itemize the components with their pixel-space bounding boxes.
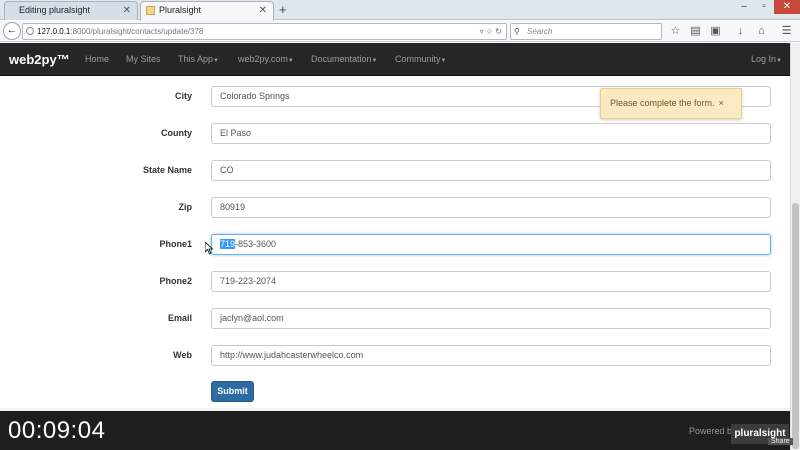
url-host: 127.0.0.1 — [37, 27, 71, 36]
nav-my-sites[interactable]: My Sites — [126, 54, 161, 64]
tab-label: Editing pluralsight — [19, 5, 91, 15]
new-tab-icon[interactable]: + — [279, 1, 287, 18]
close-icon[interactable]: ✕ — [259, 2, 267, 19]
tab-editing-pluralsight[interactable]: Editing pluralsight ✕ — [4, 1, 138, 20]
app-navbar: web2py™ Home My Sites This App▼ web2py.c… — [0, 43, 790, 76]
field-label: Phone2 — [159, 276, 192, 286]
login-label: Log In — [751, 54, 777, 64]
share-button[interactable]: Share — [768, 438, 793, 445]
video-timer: 00:09:04 — [8, 417, 106, 444]
search-input[interactable]: ⚲ Search — [510, 23, 662, 40]
flash-message: Please complete the form. × — [600, 88, 742, 119]
field-label: Phone1 — [159, 239, 192, 249]
field-label: Email — [167, 313, 192, 323]
close-icon[interactable]: × — [719, 98, 724, 108]
state-name-field[interactable]: CO — [211, 160, 771, 181]
minimize-icon[interactable]: – — [734, 0, 754, 14]
form-row-county: County El Paso — [0, 123, 790, 145]
window-close-icon[interactable]: ✕ — [774, 0, 800, 14]
mouse-cursor-icon — [205, 242, 213, 255]
zip-field[interactable]: 80919 — [211, 197, 771, 218]
tab-pluralsight[interactable]: Pluralsight ✕ — [140, 1, 274, 21]
form-row-state-name: State Name CO — [0, 160, 790, 182]
pocket-icon[interactable]: ▣ — [708, 24, 723, 39]
home-icon[interactable]: ⌂ — [754, 24, 769, 39]
nav-this-app[interactable]: This App▼ — [178, 54, 219, 64]
email-field[interactable]: jaclyn@aol.com — [211, 308, 771, 329]
vertical-scrollbar[interactable] — [790, 43, 800, 450]
url-path: :8000/pluralsight/contacts/update/378 — [70, 27, 204, 36]
nav-label: web2py.com — [238, 54, 288, 64]
form-row-zip: Zip 80919 — [0, 197, 790, 219]
caret-down-icon: ▼ — [287, 58, 294, 64]
maximize-icon[interactable]: ▫ — [754, 0, 774, 14]
nav-community[interactable]: Community▼ — [395, 54, 446, 64]
nav-documentation[interactable]: Documentation▼ — [311, 54, 378, 64]
nav-login[interactable]: Log In▼ — [751, 54, 782, 64]
phone1-field[interactable]: 719-853-3600 — [211, 234, 771, 255]
selected-text: 719 — [220, 239, 236, 249]
download-icon[interactable]: ↓ — [733, 24, 748, 39]
field-label: State Name — [142, 165, 192, 175]
web-field[interactable]: http://www.judahcasterwheelco.com — [211, 345, 771, 366]
search-icon: ⚲ — [514, 27, 520, 36]
address-bar[interactable]: 127.0.0.1:8000/pluralsight/contacts/upda… — [22, 23, 507, 40]
phone2-field[interactable]: 719-223-2074 — [211, 271, 771, 292]
caret-down-icon: ▼ — [213, 58, 219, 64]
menu-icon[interactable]: ☰ — [779, 24, 794, 39]
search-placeholder: Search — [527, 27, 553, 36]
browser-tab-strip: Editing pluralsight ✕ Pluralsight ✕ + – … — [0, 0, 800, 21]
form-row-phone2: Phone2 719-223-2074 — [0, 271, 790, 293]
form-row-web: Web http://www.judahcasterwheelco.com — [0, 345, 790, 367]
page-footer — [0, 411, 790, 450]
nav-label: Community — [395, 54, 441, 64]
scrollbar-thumb[interactable] — [792, 203, 799, 449]
field-label: County — [161, 128, 192, 138]
favicon-icon — [146, 6, 155, 15]
nav-label: Documentation — [311, 54, 372, 64]
field-label: City — [174, 91, 192, 101]
back-arrow-icon[interactable]: ← — [3, 22, 21, 40]
caret-down-icon: ▼ — [371, 58, 378, 64]
field-text: -853-3600 — [235, 239, 277, 249]
form-row-email: Email jaclyn@aol.com — [0, 308, 790, 330]
caret-down-icon: ▼ — [440, 58, 447, 64]
browser-toolbar: ← 127.0.0.1:8000/pluralsight/contacts/up… — [0, 21, 800, 42]
tab-label: Pluralsight — [159, 5, 202, 15]
flash-text: Please complete the form. — [610, 98, 715, 108]
caret-down-icon: ▼ — [776, 58, 782, 64]
star-icon[interactable]: ☆ — [668, 24, 683, 39]
reading-list-icon[interactable]: ▤ — [688, 24, 703, 39]
nav-label: This App — [178, 54, 214, 64]
globe-icon — [26, 27, 34, 35]
close-icon[interactable]: ✕ — [123, 2, 131, 19]
submit-button[interactable]: Submit — [211, 381, 254, 402]
form-row-phone1: Phone1 719-853-3600 — [0, 234, 790, 256]
field-label: Web — [173, 350, 192, 360]
reload-icon[interactable]: ▿ ☆ ↻ — [480, 24, 502, 39]
powered-by-text: Powered by — [689, 426, 737, 436]
county-field[interactable]: El Paso — [211, 123, 771, 144]
field-label: Zip — [178, 202, 193, 212]
nav-web2py-com[interactable]: web2py.com▼ — [238, 54, 294, 64]
brand-logo[interactable]: web2py™ — [9, 52, 70, 67]
nav-home[interactable]: Home — [85, 54, 109, 64]
